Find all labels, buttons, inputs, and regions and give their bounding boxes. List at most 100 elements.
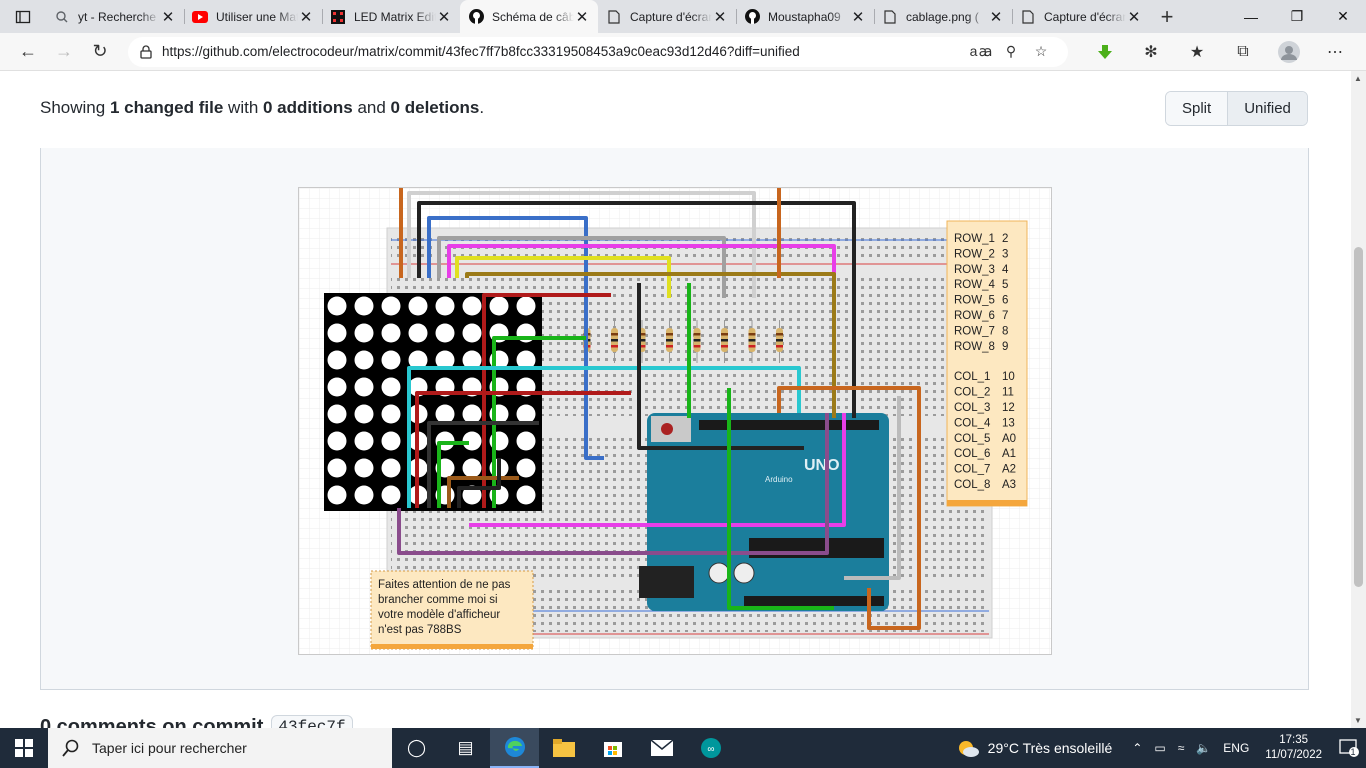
search-placeholder: Taper ici pour rechercher [92,740,247,756]
pin-map-pin: A1 [1002,448,1016,460]
led-dot [489,296,509,316]
browser-tab[interactable]: yt - Recherche ✕ [46,0,184,33]
tab-title: Schéma de câblage [492,9,574,24]
led-dot [381,350,401,370]
settings-menu-icon[interactable]: ⋯ [1312,41,1358,63]
close-tab-icon[interactable]: ✕ [988,9,1004,26]
browser-tab[interactable]: Capture d'écran ✕ [1012,0,1150,33]
pin-map-name: ROW_1 [954,233,995,245]
browser-tab[interactable]: Utiliser une Matrice✕ [184,0,322,33]
summary-text: Showing [40,98,110,117]
browser-tab[interactable]: Capture d'écran ✕ [598,0,736,33]
pin-map-pin: 7 [1002,310,1008,322]
search-icon [54,9,70,25]
github-icon [468,9,484,25]
language-indicator[interactable]: ENG [1223,741,1249,755]
split-view-button[interactable]: Split [1166,92,1228,125]
pin-map-pin: 5 [1002,279,1008,291]
close-tab-icon[interactable]: ✕ [712,9,728,26]
summary-text: with [223,98,263,117]
warning-note-line: brancher comme moi si [378,594,498,606]
scrollbar-thumb[interactable] [1354,247,1363,587]
pin-map-pin: 8 [1002,325,1008,337]
minimize-button[interactable]: — [1228,0,1274,33]
pin-map-name: ROW_2 [954,248,995,260]
profile-avatar[interactable] [1266,40,1312,63]
download-extension-icon[interactable] [1082,41,1128,63]
favorites-icon[interactable]: ★ [1174,41,1220,63]
address-bar[interactable]: https://github.com/electrocodeur/matrix/… [128,36,1068,67]
wifi-icon[interactable]: ≈ [1178,741,1185,755]
pin-map-name: ROW_7 [954,325,995,337]
close-tab-icon[interactable]: ✕ [160,9,176,26]
browser-toolbar: ← → ↻ https://github.com/electrocodeur/m… [0,33,1366,71]
scroll-down-arrow[interactable]: ▼ [1354,716,1362,725]
tab-title: Utiliser une Matrice [216,9,298,24]
led-dot [408,323,428,343]
extensions-icon[interactable]: ✻ [1128,41,1174,63]
show-hidden-icons[interactable]: ⌃ [1132,741,1142,755]
close-tab-icon[interactable]: ✕ [436,9,452,26]
pin-map-name: COL_6 [954,448,990,460]
task-view-icon[interactable]: ▤ [441,728,490,768]
tab-actions-button[interactable] [0,0,46,33]
notification-count: 1 [1350,747,1356,757]
taskbar-search[interactable]: Taper ici pour rechercher [48,728,392,768]
mail-icon[interactable] [637,728,686,768]
clock[interactable]: 17:35 11/07/2022 [1265,733,1322,763]
weather-widget[interactable]: 29°C Très ensoleillé [956,738,1112,758]
zoom-icon[interactable]: ⚲ [996,43,1026,60]
close-tab-icon[interactable]: ✕ [1126,9,1142,26]
led-dot [408,296,428,316]
pin-map-name: ROW_8 [954,341,995,353]
commit-comments-heading: 0 comments on commit 43fec7f [40,715,353,728]
close-tab-icon[interactable]: ✕ [574,9,590,26]
notification-center-button[interactable]: 1 [1332,728,1366,768]
led-dot [327,350,347,370]
arduino-ide-icon[interactable]: ∞ [686,728,735,768]
collections-icon[interactable]: ⧉ [1220,41,1266,63]
add-favorite-icon[interactable]: ☆ [1026,43,1056,60]
summary-text: and [352,98,391,117]
refresh-button[interactable]: ↻ [82,36,118,68]
edge-app-icon[interactable] [490,728,539,768]
restore-button[interactable]: ❐ [1274,0,1320,33]
file-explorer-icon[interactable] [539,728,588,768]
pin-map-pin: A0 [1002,433,1016,445]
close-tab-icon[interactable]: ✕ [298,9,314,26]
browser-tab[interactable]: cablage.png (✕ [874,0,1012,33]
clock-time: 17:35 [1279,734,1309,746]
tab-actions-icon [15,10,31,23]
close-window-button[interactable]: ✕ [1320,0,1366,33]
forward-button[interactable]: → [46,36,82,68]
pin-map-name: COL_7 [954,464,990,476]
pin-map-pin: 3 [1002,248,1008,260]
unified-view-button[interactable]: Unified [1227,92,1307,125]
back-button[interactable]: ← [10,36,46,68]
scroll-up-arrow[interactable]: ▲ [1354,74,1362,83]
new-tab-button[interactable]: + [1150,0,1184,33]
start-button[interactable] [0,728,48,768]
lock-icon [140,44,152,59]
commit-sha[interactable]: 43fec7f [271,715,353,728]
browser-tab[interactable]: LED Matrix Editor✕ [322,0,460,33]
led-dot [327,296,347,316]
volume-icon[interactable]: 🔈 [1196,741,1211,755]
browser-tab[interactable]: Moustapha09 ✕ [736,0,874,33]
led-dot [327,323,347,343]
led-dot [516,458,536,478]
summary-text: . [479,98,485,117]
browser-tab[interactable]: Schéma de câblage✕ [460,0,598,33]
battery-icon[interactable]: ▭ [1154,741,1165,755]
pin-map-name: ROW_6 [954,310,995,322]
warning-note: Faites attention de ne pas brancher comme… [370,570,534,650]
close-tab-icon[interactable]: ✕ [850,9,866,26]
page-scrollbar[interactable]: ▲ ▼ [1351,71,1366,728]
led-dot [381,458,401,478]
led-dot [327,404,347,424]
github-commit-page: Showing 1 changed file with 0 additions … [0,71,1351,728]
microsoft-store-icon[interactable] [588,728,637,768]
read-aloud-icon[interactable]: a ꜳ [966,43,996,60]
led-dot [354,323,374,343]
cortana-icon[interactable]: ◯ [392,728,441,768]
